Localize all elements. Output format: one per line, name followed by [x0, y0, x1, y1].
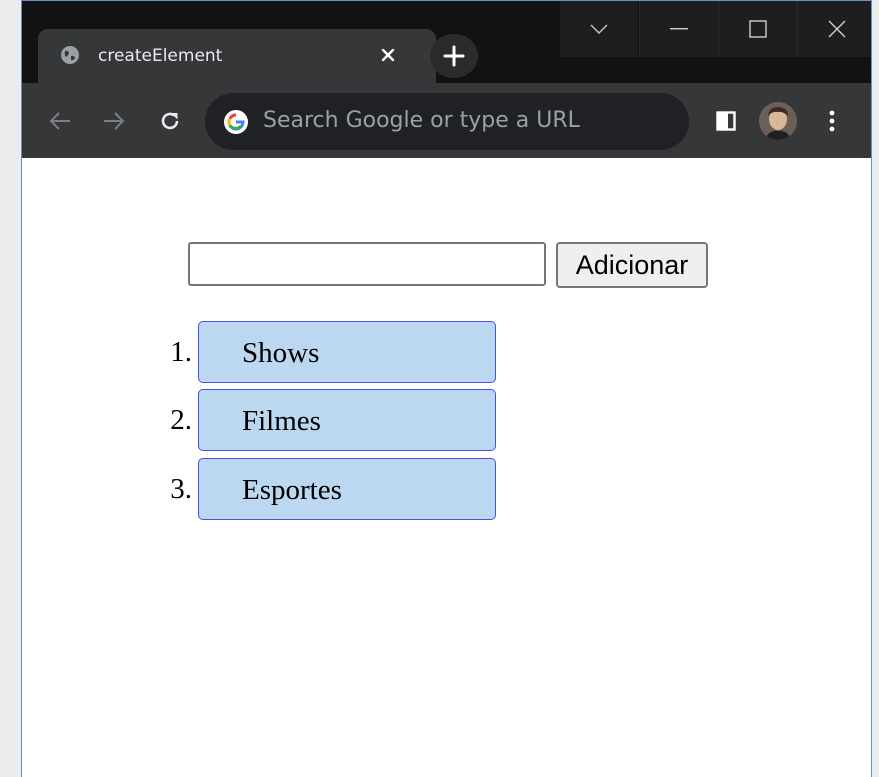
address-bar-placeholder: Search Google or type a URL [263, 108, 580, 133]
arrow-right-icon [104, 112, 125, 130]
reload-icon [161, 112, 179, 130]
list-item-label: Filmes [242, 405, 321, 437]
maximize-icon [749, 20, 767, 38]
close-window-button[interactable] [797, 1, 871, 57]
google-icon [224, 110, 248, 134]
list-item-number: 3. [170, 473, 192, 505]
list-item-box[interactable]: Filmes [198, 389, 496, 451]
list-item-number: 1. [170, 336, 192, 368]
new-tab-button[interactable] [430, 34, 478, 78]
avatar-icon [759, 102, 797, 140]
list-item-box[interactable]: Shows [198, 321, 496, 383]
page-content: Adicionar 1. Shows 2. Filmes 3. Esportes [22, 158, 871, 777]
tab-strip: createElement [22, 1, 871, 84]
list-item-label: Shows [242, 337, 320, 369]
minimize-button[interactable] [639, 1, 718, 57]
arrow-left-icon [49, 112, 70, 130]
reload-button[interactable] [156, 107, 184, 135]
list-item-box[interactable]: Esportes [198, 458, 496, 520]
browser-toolbar: Search Google or type a URL [22, 83, 871, 158]
globe-icon [61, 46, 79, 64]
add-button[interactable]: Adicionar [556, 242, 708, 288]
back-button[interactable] [46, 107, 74, 135]
tab-title: createElement [98, 46, 223, 66]
browser-window: createElement Search Google or type a UR… [21, 0, 872, 777]
item-text-input[interactable] [188, 242, 546, 286]
maximize-button[interactable] [718, 1, 797, 57]
more-vert-icon [829, 110, 835, 132]
menu-button[interactable] [818, 107, 846, 135]
tab-createelement[interactable]: createElement [38, 29, 436, 84]
forward-button[interactable] [100, 107, 128, 135]
minimize-icon [670, 28, 688, 30]
chevron-down-icon [590, 24, 608, 34]
plus-icon [443, 45, 465, 67]
tab-search-button[interactable] [560, 1, 638, 57]
close-icon [381, 48, 395, 62]
side-panel-icon [716, 111, 736, 131]
list-item-number: 2. [170, 404, 192, 436]
close-icon [828, 20, 846, 38]
address-bar[interactable]: Search Google or type a URL [205, 93, 689, 150]
side-panel-button[interactable] [712, 107, 740, 135]
list-item-label: Esportes [242, 474, 342, 506]
list-item: 2. Filmes [22, 389, 522, 451]
list-item: 1. Shows [22, 321, 522, 383]
close-tab-button[interactable] [374, 41, 402, 69]
profile-avatar[interactable] [759, 102, 797, 140]
list-item: 3. Esportes [22, 458, 522, 520]
